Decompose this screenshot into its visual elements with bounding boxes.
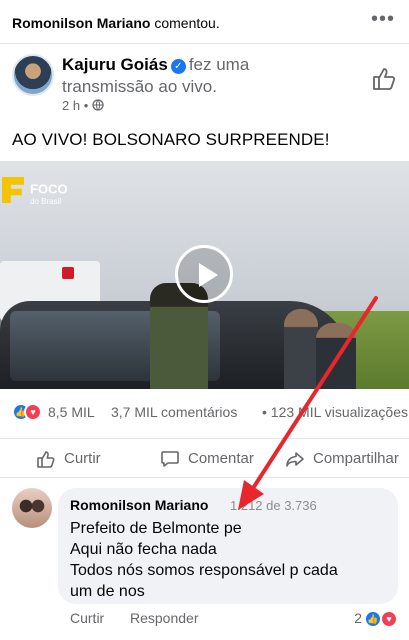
- comment-line: um de nos: [70, 583, 145, 600]
- reactions-count[interactable]: 8,5 MIL: [48, 404, 95, 420]
- commenter-name[interactable]: Romonilson Mariano: [70, 497, 208, 513]
- more-horizontal-icon[interactable]: •••: [371, 8, 395, 31]
- comment-line: Aqui não fecha nada: [70, 541, 217, 558]
- comment-icon: [161, 451, 179, 467]
- post-header: Kajuru Goiás ✓ fez uma transmissão ao vivo…: [12, 52, 397, 116]
- share-icon: [286, 452, 304, 467]
- notification-actor[interactable]: Romonilson Mariano: [12, 15, 150, 31]
- comment-line: Todos nós somos responsável p cada: [70, 562, 338, 579]
- love-reaction-icon: ♥: [380, 610, 398, 628]
- notification-bar: Romonilson Mariano comentou. •••: [0, 0, 409, 44]
- share-button-label: Compartilhar: [313, 450, 399, 467]
- commenter-avatar[interactable]: [12, 488, 52, 528]
- notification-action: comentou.: [154, 15, 220, 31]
- comment-line: Prefeito de Belmonte pe: [70, 520, 242, 537]
- video-person-suit-1: [284, 309, 318, 389]
- like-button[interactable]: Curtir: [36, 447, 106, 471]
- channel-logo: FOCO do Brasil: [2, 177, 68, 206]
- post-author-action: fez uma: [188, 55, 250, 74]
- author-avatar[interactable]: [12, 54, 54, 96]
- comments-count[interactable]: 3,7 MIL comentários: [111, 404, 237, 420]
- logo-subtext: do Brasil: [30, 197, 62, 206]
- video-person-suit-2: [316, 323, 356, 389]
- comment-button[interactable]: Comentar: [160, 447, 260, 471]
- notification-text: Romonilson Mariano comentou.: [12, 15, 220, 31]
- post-author-line: Kajuru Goiás ✓ fez uma transmissão ao vivo…: [62, 54, 352, 98]
- comment-reply-button[interactable]: Responder: [130, 610, 199, 626]
- comment-bubble[interactable]: Romonilson Mariano 1.212 de 3.736 Prefei…: [58, 488, 398, 604]
- thumbs-up-outline-icon[interactable]: [371, 66, 397, 92]
- thumbs-up-icon: [37, 451, 55, 468]
- post-author-action-2: transmissão ao vivo.: [62, 77, 217, 96]
- share-button[interactable]: Compartilhar: [285, 447, 405, 471]
- post-stats: 👍 ♥ 8,5 MIL 3,7 MIL comentários • 123 MI…: [12, 401, 408, 423]
- video-van-light: [62, 267, 74, 279]
- globe-icon: [92, 99, 104, 111]
- verified-badge-icon: ✓: [170, 59, 186, 74]
- love-reaction-icon: ♥: [24, 403, 42, 421]
- post-meta: 2 h •: [62, 98, 104, 113]
- foco-logo-icon: [2, 177, 24, 203]
- comment-index: 1.212 de 3.736: [230, 498, 317, 513]
- post-actions: Curtir Comentar Compartilhar: [0, 438, 409, 478]
- post-text: AO VIVO! BOLSONARO SURPREENDE!: [12, 130, 330, 149]
- reaction-icons[interactable]: 👍 ♥: [12, 403, 46, 421]
- video-player[interactable]: FOCO do Brasil: [0, 161, 409, 389]
- views-count: • 123 MIL visualizações: [262, 404, 409, 420]
- comment-like-button[interactable]: Curtir: [70, 610, 104, 626]
- logo-text: FOCO: [30, 181, 68, 197]
- comment-button-label: Comentar: [188, 450, 254, 467]
- comment-item: Romonilson Mariano 1.212 de 3.736 Prefei…: [12, 486, 402, 636]
- separator-dot: •: [83, 98, 92, 113]
- like-button-label: Curtir: [64, 450, 101, 467]
- comment-reactions-count: 2: [354, 610, 362, 626]
- post-author-name[interactable]: Kajuru Goiás: [62, 55, 168, 74]
- play-icon[interactable]: [175, 245, 233, 303]
- post-time[interactable]: 2 h: [62, 98, 80, 113]
